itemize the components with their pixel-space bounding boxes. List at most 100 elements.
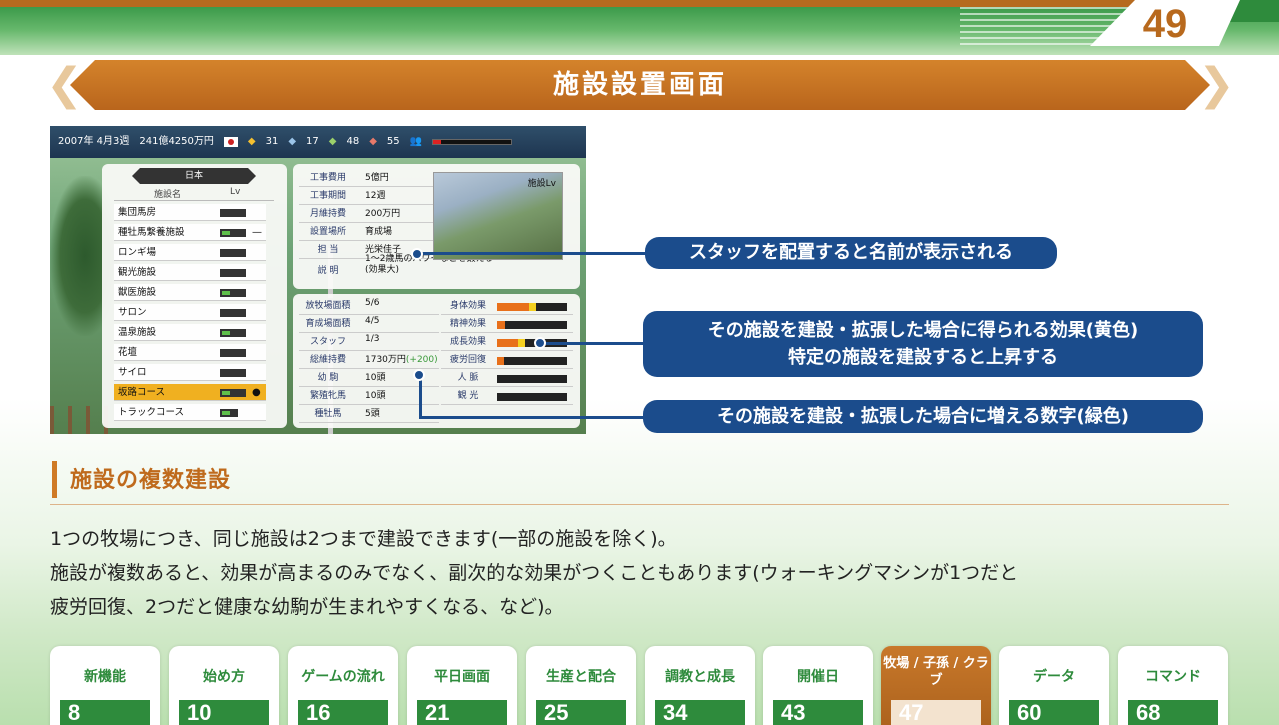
info-key: 月維持費 [309,209,346,219]
tab-page-number: 21 [417,700,507,725]
tab-label: 新機能 [84,669,126,685]
stat-value: 1/3 [365,334,380,344]
info-key: 設置場所 [309,227,346,237]
stat-row: スタッフ 1/3 [299,334,439,351]
effect-bar-yellow [518,339,525,347]
facility-name: 花壇 [118,347,138,358]
tab-commands[interactable]: コマンド 68 [1118,646,1228,725]
stat-key: 幼 駒 [317,373,339,383]
callout-increase: その施設を建設・拡張した場合に増える数字(緑色) [643,400,1203,433]
col-lv: Lv [230,187,241,197]
facility-row[interactable]: 花壇 [114,344,266,361]
level-indicator [220,309,246,317]
info-value: 12週 [365,191,386,201]
facility-row[interactable]: 獣医施設 [114,284,266,301]
stat-value: 1730万円(+200) [365,352,438,365]
tab-breeding[interactable]: 生産と配合 25 [526,646,636,725]
effect-row: 身体効果 [441,298,573,315]
facility-name: ロンギ場 [118,247,157,258]
effect-key: 身体効果 [449,301,486,311]
info-row: 工事期間 12週 [299,188,447,205]
facility-name: 獣医施設 [118,287,157,298]
tab-label: 開催日 [797,669,839,685]
tab-label: コマンド [1145,669,1201,685]
japan-flag-icon [223,137,238,147]
facility-name: サロン [118,307,147,318]
page-number: 49 [1142,2,1188,46]
game-screenshot: 2007年 4月3週 241億4250万円 ◆ 31 ◆ 17 ◆ 48 ◆ 5… [50,126,586,434]
info-value: 5億円 [365,173,389,183]
ranch-stats-panel: 放牧場面積 5/6 育成場面積 4/5 スタッフ 1/3 総維持費 1730万円… [293,294,580,428]
tab-race-day[interactable]: 開催日 43 [763,646,873,725]
level-indicator [220,229,246,237]
effect-key: 観 光 [457,391,479,401]
tab-page-number: 34 [655,700,745,725]
stat-key: 繁殖牝馬 [309,391,346,401]
facility-name: 温泉施設 [118,327,157,338]
effect-bar-orange [497,357,504,365]
level-indicator [220,269,246,277]
level-indicator [220,209,246,217]
facility-row[interactable]: ロンギ場 [114,244,266,261]
counter-4: 55 [386,136,400,147]
status-bar: 2007年 4月3週 241億4250万円 ◆ 31 ◆ 17 ◆ 48 ◆ 5… [50,126,586,158]
tab-page-number: 47 [891,700,981,725]
facility-row[interactable]: 種牡馬繋養施設 — [114,224,266,241]
tab-label: 始め方 [203,669,245,685]
preview-level-label: 施設Lv [527,179,556,189]
tab-label: ゲームの流れ [301,669,385,685]
counter-1: 31 [265,136,279,147]
effect-bar [497,393,567,401]
info-key: 工事期間 [309,191,346,201]
stat-value: 5/6 [365,298,380,308]
facility-row[interactable]: サイロ [114,364,266,381]
upkeep-value: 1730万円 [365,355,406,365]
info-key: 説 明 [317,266,339,276]
level-indicator [220,349,246,357]
facility-row[interactable]: サロン [114,304,266,321]
counter-3-icon: ◆ [328,136,337,147]
effect-key: 精神効果 [449,319,486,329]
tab-new-features[interactable]: 新機能 8 [50,646,160,725]
stat-row: 繁殖牝馬 10頭 [299,388,439,405]
stat-key: 育成場面積 [305,319,351,329]
effect-key: 成長効果 [449,337,486,347]
tab-data[interactable]: データ 60 [999,646,1109,725]
region-header[interactable]: 日本 [132,168,256,184]
tab-weekday-screen[interactable]: 平日画面 21 [407,646,517,725]
gauge-bar [432,139,513,145]
tab-label: 生産と配合 [546,669,616,685]
tab-getting-started[interactable]: 始め方 10 [169,646,279,725]
callout-connector [419,378,422,419]
level-indicator [220,249,246,257]
body-text-line: 疲労回復、2つだと健康な幼駒が生まれやすくなる、など)。 [50,596,564,618]
level-indicator [220,389,246,397]
counter-2-icon: ◆ [288,136,297,147]
facility-row[interactable]: トラックコース [114,404,266,421]
facility-row-selected[interactable]: 坂路コース ● [114,384,266,401]
facility-name: 観光施設 [118,267,157,278]
facility-name: トラックコース [118,407,185,418]
tab-page-number: 25 [536,700,626,725]
staff-icon: ● [252,387,261,398]
level-indicator [220,329,246,337]
tab-training[interactable]: 調教と成長 34 [645,646,755,725]
info-row: 工事費用 5億円 [299,170,447,187]
body-text-line: 施設が複数あると、効果が高まるのみでなく、副次的な効果がつくこともあります(ウォ… [50,562,1019,584]
stat-value: 4/5 [365,316,380,326]
section-divider [50,504,1229,505]
stat-value: 10頭 [365,391,386,401]
callout-dot [413,369,425,381]
stat-key: 総維持費 [309,355,346,365]
facility-row[interactable]: 温泉施設 [114,324,266,341]
effect-bar [497,303,567,311]
callout-connector [419,416,647,419]
facility-row[interactable]: 集団馬房 [114,204,266,221]
tab-ranch-active[interactable]: 牧場 / 子孫 / クラブ 47 [881,646,991,725]
tab-game-flow[interactable]: ゲームの流れ 16 [288,646,398,725]
facility-row[interactable]: 観光施設 [114,264,266,281]
tab-page-number: 43 [773,700,863,725]
col-name: 施設名 [154,190,182,200]
callout-connector [419,252,647,255]
money-text: 241億4250万円 [139,136,214,147]
